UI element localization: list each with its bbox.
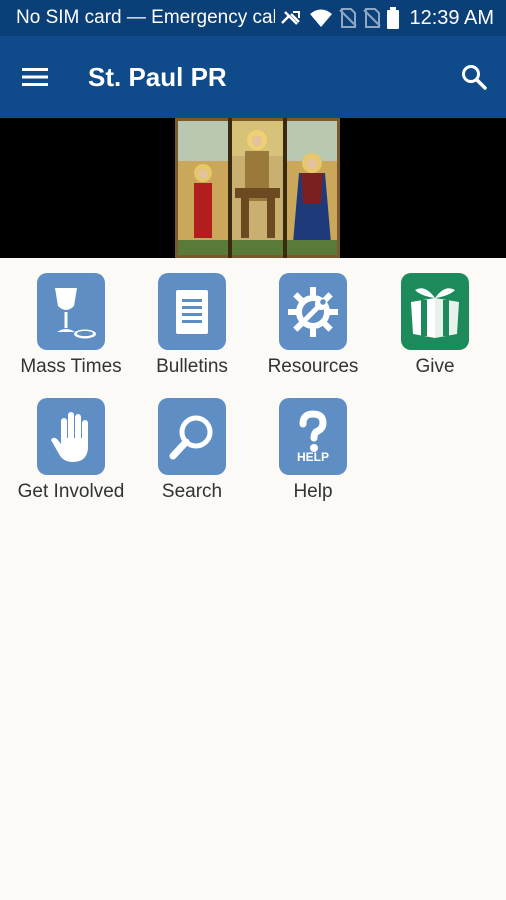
tile-label: Get Involved bbox=[17, 481, 125, 502]
tile-bulletins[interactable]: Bulletins bbox=[132, 258, 252, 378]
gift-box-icon bbox=[401, 273, 469, 350]
tile-label: Resources bbox=[267, 356, 359, 377]
search-button[interactable] bbox=[442, 36, 506, 118]
wifi-icon bbox=[310, 9, 333, 27]
no-signal-icon bbox=[281, 11, 301, 25]
banner bbox=[0, 118, 506, 258]
sim-off-icon bbox=[339, 8, 358, 28]
tile-label: Search bbox=[161, 481, 223, 502]
menu-button[interactable] bbox=[0, 36, 70, 118]
tile-label: Give bbox=[415, 356, 455, 377]
status-bar: No SIM card — Emergency calls only 12:39… bbox=[0, 0, 506, 36]
tile-get-involved[interactable]: Get Involved bbox=[11, 383, 131, 503]
tile-label: Help bbox=[293, 481, 333, 502]
magnifier-icon bbox=[158, 398, 226, 475]
hamburger-menu-icon bbox=[22, 68, 48, 86]
search-icon bbox=[462, 65, 487, 90]
tile-resources[interactable]: Resources bbox=[253, 258, 373, 378]
document-icon bbox=[158, 273, 226, 350]
stained-glass-image bbox=[175, 118, 340, 258]
app-bar: St. Paul PR bbox=[0, 36, 506, 118]
tile-mass-times[interactable]: Mass Times bbox=[11, 258, 131, 378]
help-badge-text: HELP bbox=[296, 449, 329, 464]
tile-help[interactable]: HELP Help bbox=[253, 383, 373, 503]
battery-icon bbox=[387, 7, 400, 29]
question-help-icon: HELP bbox=[279, 398, 347, 475]
status-text: No SIM card — Emergency calls only bbox=[16, 7, 276, 28]
tile-search[interactable]: Search bbox=[132, 383, 252, 503]
clock: 12:39 AM bbox=[409, 6, 494, 29]
chalice-host-icon bbox=[37, 273, 105, 350]
raised-hand-icon bbox=[37, 398, 105, 475]
status-icons bbox=[279, 7, 400, 29]
tile-label: Mass Times bbox=[20, 356, 122, 377]
gear-wrench-icon bbox=[279, 273, 347, 350]
tile-give[interactable]: Give bbox=[375, 258, 495, 378]
tile-label: Bulletins bbox=[156, 356, 228, 377]
sim-off-icon bbox=[363, 8, 382, 28]
app-title: St. Paul PR bbox=[88, 61, 227, 92]
